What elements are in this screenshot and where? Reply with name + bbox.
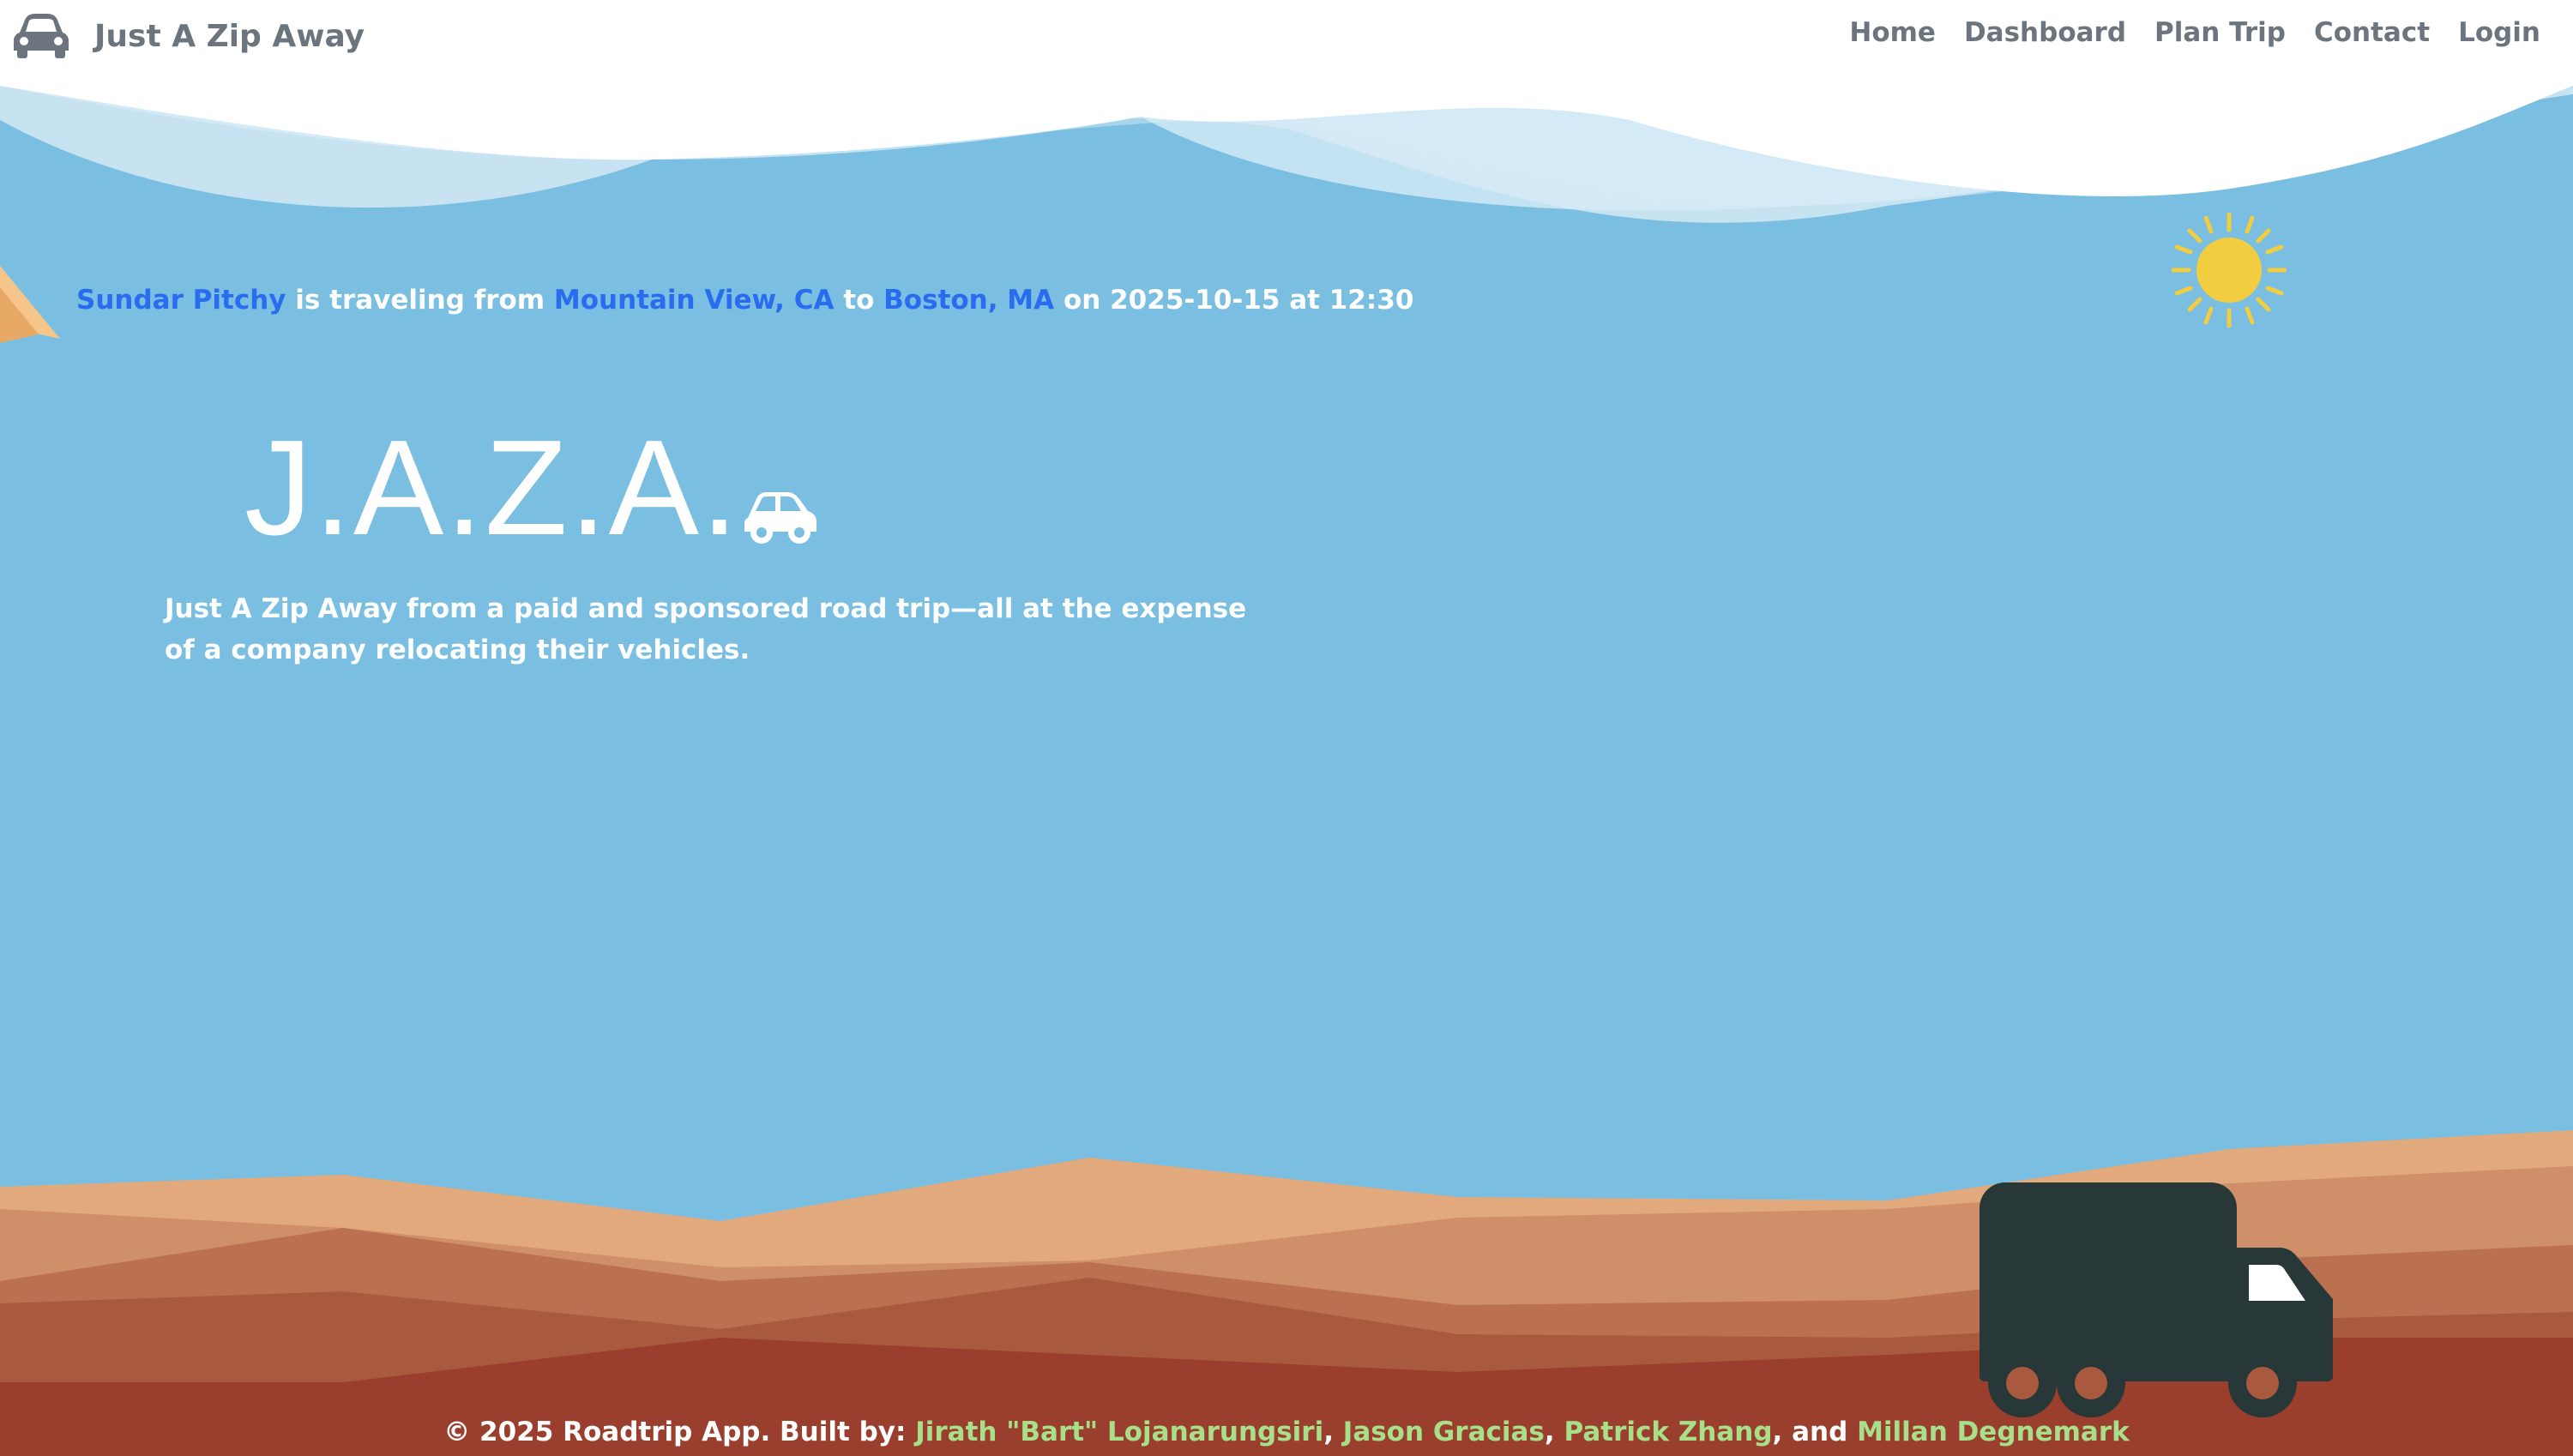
paper-plane-icon xyxy=(0,266,60,343)
origin-city[interactable]: Mountain View, CA xyxy=(554,285,835,316)
brand[interactable]: Just A Zip Away xyxy=(14,14,365,58)
truck-icon xyxy=(1979,1182,2333,1417)
nav-item-contact[interactable]: Contact xyxy=(2314,17,2430,48)
status-text-to: to xyxy=(834,285,884,316)
trip-date: 2025-10-15 xyxy=(1110,285,1280,316)
footer-separator: , and xyxy=(1772,1417,1858,1447)
author-link-1[interactable]: Jirath "Bart" Lojanarungsiri xyxy=(915,1417,1323,1447)
nav-item-home[interactable]: Home xyxy=(1849,17,1936,48)
author-link-2[interactable]: Jason Gracias xyxy=(1343,1417,1545,1447)
nav-item-dashboard[interactable]: Dashboard xyxy=(1964,17,2126,48)
trip-status: Sundar Pitchy is traveling from Mountain… xyxy=(76,285,1413,316)
footer: © 2025 Roadtrip App. Built by: Jirath "B… xyxy=(0,1417,2573,1447)
status-text-traveling: is traveling from xyxy=(286,285,554,316)
hero-tagline: Just A Zip Away from a paid and sponsore… xyxy=(165,593,1247,665)
nav-item-plan-trip[interactable]: Plan Trip xyxy=(2154,17,2286,48)
nav-item-login[interactable]: Login xyxy=(2458,17,2540,48)
destination-city[interactable]: Boston, MA xyxy=(883,285,1054,316)
author-link-3[interactable]: Patrick Zhang xyxy=(1564,1417,1772,1447)
footer-separator: , xyxy=(1544,1417,1564,1447)
page-background xyxy=(0,0,2573,1456)
footer-separator: , xyxy=(1323,1417,1343,1447)
brand-name: Just A Zip Away xyxy=(94,18,365,54)
sun-icon xyxy=(2172,213,2287,328)
navbar: Just A Zip Away Home Dashboard Plan Trip… xyxy=(0,0,2573,72)
traveler-name[interactable]: Sundar Pitchy xyxy=(76,285,286,316)
hero-title: J.A.Z.A. xyxy=(244,412,740,563)
car-side-icon xyxy=(744,492,816,544)
status-text-at: at xyxy=(1280,285,1329,316)
author-link-4[interactable]: Millan Degnemark xyxy=(1857,1417,2130,1447)
trip-time: 12:30 xyxy=(1329,285,1414,316)
nav-links: Home Dashboard Plan Trip Contact Login xyxy=(1821,17,2540,48)
status-text-on: on xyxy=(1054,285,1111,316)
car-front-icon xyxy=(14,14,69,58)
footer-copyright: © 2025 Roadtrip App. Built by: xyxy=(443,1417,916,1447)
